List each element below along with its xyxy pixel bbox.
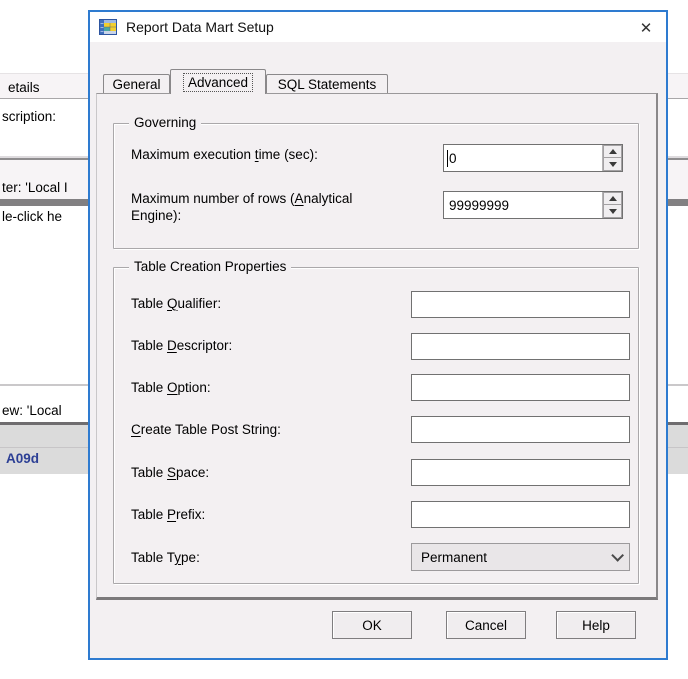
dialog-titlebar[interactable]: Report Data Mart Setup ✕ (90, 12, 666, 42)
table-descriptor-input[interactable] (411, 333, 630, 360)
max-rows-input[interactable] (444, 192, 602, 218)
spinner-buttons (602, 145, 622, 171)
tab-general[interactable]: General (103, 74, 170, 93)
down-arrow-icon (608, 161, 617, 167)
create-table-post-string-input[interactable] (411, 416, 630, 443)
table-option-input[interactable] (411, 374, 630, 401)
background-view-text: ew: 'Local (2, 403, 62, 418)
max-execution-time-spinbox (443, 144, 623, 172)
cancel-button[interactable]: Cancel (446, 611, 526, 639)
table-prefix-label: Table Prefix: (131, 507, 206, 522)
table-space-label: Table Space: (131, 465, 210, 480)
table-prefix-input[interactable] (411, 501, 630, 528)
table-qualifier-input[interactable] (411, 291, 630, 318)
up-arrow-icon (608, 196, 617, 201)
governing-group-title: Governing (129, 115, 202, 130)
table-space-input[interactable] (411, 459, 630, 486)
table-type-label: Table Type: (131, 550, 200, 565)
table-type-selected-value: Permanent (421, 549, 488, 565)
max-execution-time-label: Maximum execution time (sec): (131, 147, 318, 162)
max-rows-spinbox (443, 191, 623, 219)
table-option-label: Table Option: (131, 380, 211, 395)
governing-groupbox: Governing (113, 115, 639, 249)
down-arrow-icon (608, 208, 617, 214)
table-creation-group-title: Table Creation Properties (129, 259, 292, 274)
report-icon (99, 19, 117, 35)
up-arrow-icon (608, 149, 617, 154)
table-qualifier-label: Table Qualifier: (131, 296, 222, 311)
ok-button[interactable]: OK (332, 611, 412, 639)
background-details-text: etails (8, 80, 40, 95)
tab-sql-statements[interactable]: SQL Statements (266, 74, 388, 93)
tab-advanced[interactable]: Advanced (170, 69, 266, 94)
background-doubleclick-hint: le-click he (2, 209, 63, 224)
help-button[interactable]: Help (556, 611, 636, 639)
background-description-label: scription: (2, 109, 57, 124)
background-record-id-link[interactable]: A09d (6, 451, 39, 466)
background-filter-text: ter: 'Local I (2, 180, 68, 195)
spin-down-button[interactable] (603, 158, 622, 171)
tab-strip: General Advanced SQL Statements (103, 69, 388, 94)
advanced-tab-page: Governing Maximum execution time (sec): … (96, 93, 658, 600)
report-data-mart-setup-dialog: Report Data Mart Setup ✕ General Advance… (88, 10, 668, 660)
table-type-select[interactable]: Permanent (411, 543, 630, 571)
spin-up-button[interactable] (603, 145, 622, 158)
dialog-title: Report Data Mart Setup (126, 19, 274, 35)
create-table-post-string-label: Create Table Post String: (131, 422, 281, 437)
spin-up-button[interactable] (603, 192, 622, 205)
max-rows-label: Maximum number of rows (Analytical Engin… (131, 191, 353, 223)
table-descriptor-label: Table Descriptor: (131, 338, 233, 353)
max-execution-time-input[interactable] (444, 145, 602, 171)
spin-down-button[interactable] (603, 205, 622, 218)
chevron-down-icon (611, 548, 624, 562)
close-icon[interactable]: ✕ (635, 17, 657, 39)
spinner-buttons (602, 192, 622, 218)
text-caret (447, 150, 448, 167)
